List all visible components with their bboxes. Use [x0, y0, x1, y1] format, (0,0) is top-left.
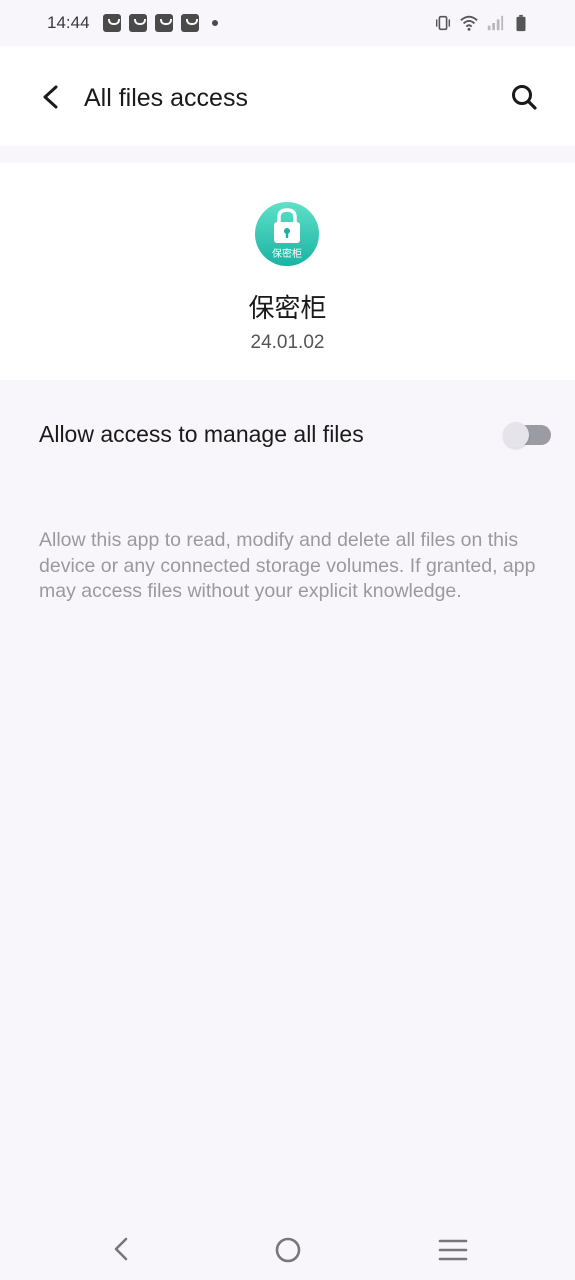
shopping-bag-icon — [129, 14, 147, 32]
switch-thumb — [503, 422, 529, 448]
manage-all-files-switch[interactable] — [503, 422, 551, 448]
search-icon[interactable] — [509, 82, 539, 112]
more-notifications-dot-icon — [212, 20, 218, 26]
shopping-bag-icon — [181, 14, 199, 32]
vibrate-icon — [435, 15, 451, 31]
back-arrow-icon[interactable] — [36, 82, 66, 112]
app-info-card: 保密柜 保密柜 24.01.02 — [0, 163, 575, 380]
shopping-bag-icon — [103, 14, 121, 32]
shopping-bag-icon — [155, 14, 173, 32]
page-title: All files access — [84, 84, 248, 112]
app-version: 24.01.02 — [250, 332, 325, 353]
nav-home-icon[interactable] — [274, 1236, 302, 1264]
manage-all-files-row[interactable]: Allow access to manage all files — [0, 395, 575, 471]
nav-back-icon[interactable] — [108, 1236, 134, 1262]
battery-icon — [516, 14, 526, 32]
system-icons — [434, 13, 530, 33]
permission-description: Allow this app to read, modify and delet… — [39, 529, 536, 602]
signal-icon — [487, 15, 504, 31]
toggle-label: Allow access to manage all files — [39, 421, 364, 447]
navigation-bar — [0, 1218, 575, 1280]
app-name: 保密柜 — [248, 294, 327, 324]
app-lock-icon: 保密柜 — [255, 202, 319, 266]
nav-menu-icon[interactable] — [438, 1238, 468, 1262]
wifi-icon — [460, 15, 478, 31]
notification-icons — [103, 14, 218, 32]
status-bar: 14:44 — [0, 0, 575, 46]
status-time: 14:44 — [47, 13, 90, 32]
app-bar: All files access — [0, 46, 575, 146]
app-icon-label: 保密柜 — [272, 247, 302, 260]
